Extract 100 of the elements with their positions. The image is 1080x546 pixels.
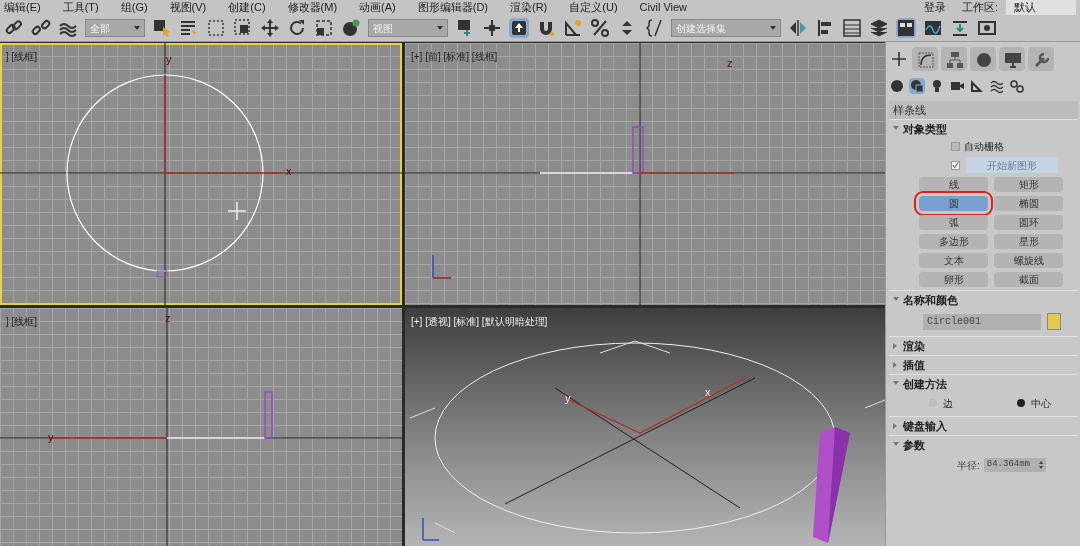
scale-icon[interactable] xyxy=(314,18,334,38)
unlink-icon[interactable] xyxy=(31,18,51,38)
menu-item[interactable]: 动画(A) xyxy=(359,0,396,15)
wavy-lines-icon[interactable] xyxy=(989,78,1005,94)
gears-icon[interactable] xyxy=(1009,78,1025,94)
curly-brace-icon[interactable] xyxy=(644,18,664,38)
menu-item[interactable]: 自定义(U) xyxy=(569,0,618,15)
viewport[interactable]: y x ] [线框] xyxy=(0,43,402,305)
object-name-field[interactable]: Circle001 xyxy=(923,313,1041,330)
radio-label: 边 xyxy=(943,396,953,411)
mirror-icon[interactable] xyxy=(788,18,808,38)
spinner-value: 84.364mm xyxy=(986,458,1030,472)
rollout-title[interactable]: 名称和颜色 xyxy=(903,291,958,309)
menu-item[interactable]: 创建(C) xyxy=(228,0,266,15)
menu-item[interactable]: 工具(T) xyxy=(62,0,99,15)
workspace-dropdown[interactable]: 默认 xyxy=(1006,0,1076,15)
shape-type-button[interactable]: 多边形 xyxy=(919,234,988,249)
rollout-title[interactable]: 参数 xyxy=(903,436,925,454)
sign-in-menu[interactable]: 登录 xyxy=(915,0,954,15)
caret-icon[interactable] xyxy=(770,26,776,30)
shape-type-button[interactable]: 圆环 xyxy=(994,215,1063,230)
menu-item[interactable]: 视图(V) xyxy=(169,0,207,15)
radio-label: 中心 xyxy=(1031,396,1051,411)
expand-arrow-icon[interactable] xyxy=(893,362,899,368)
move-icon[interactable] xyxy=(260,18,280,38)
list-icon[interactable] xyxy=(842,18,862,38)
axis-label: z xyxy=(165,312,171,324)
select-by-name-icon[interactable] xyxy=(179,18,199,38)
menu-item[interactable]: 组(G) xyxy=(120,0,148,15)
collapse-arrow-icon[interactable] xyxy=(893,297,899,303)
viewport[interactable]: z [+] [前] [标准] [线框] xyxy=(405,43,885,305)
rectangle-selection-icon[interactable] xyxy=(206,18,226,38)
viewport-label[interactable]: ] [线框] xyxy=(6,49,38,64)
placement-icon[interactable] xyxy=(341,18,361,38)
hierarchy-icon[interactable] xyxy=(945,50,963,68)
axis-label: z xyxy=(727,57,733,69)
color-swatch[interactable] xyxy=(1047,313,1061,330)
rotate-icon[interactable] xyxy=(287,18,307,38)
rollout-title[interactable]: 键盘输入 xyxy=(903,417,947,435)
axis-tripod-icon xyxy=(432,254,452,279)
shape-type-button[interactable]: 螺旋线 xyxy=(994,253,1063,268)
curve-icon[interactable] xyxy=(916,50,934,68)
rollout-title[interactable]: 创建方法 xyxy=(903,375,947,393)
workspace-label: 工作区: xyxy=(961,0,998,15)
menu-item[interactable]: 渲染(R) xyxy=(510,0,548,15)
axis-label: y xyxy=(166,53,172,65)
expand-arrow-icon[interactable] xyxy=(893,343,899,349)
menu-item[interactable]: 编辑(E) xyxy=(4,0,41,15)
shapes-icon[interactable] xyxy=(909,78,925,94)
pivot-marker xyxy=(156,270,168,278)
spinner-arrows-icon[interactable] xyxy=(1038,461,1043,469)
subcategory-dropdown[interactable]: 样条线 xyxy=(889,101,1078,119)
checkbox[interactable] xyxy=(951,160,960,170)
shape-type-button[interactable]: 线 xyxy=(919,177,988,192)
collapse-arrow-icon[interactable] xyxy=(893,126,899,132)
rollout-title[interactable]: 对象类型 xyxy=(903,120,947,138)
caret-icon[interactable] xyxy=(437,26,443,30)
checkbox[interactable] xyxy=(951,142,960,151)
expand-arrow-icon[interactable] xyxy=(893,423,899,429)
caret-icon[interactable] xyxy=(134,26,140,30)
shape-type-button[interactable]: 矩形 xyxy=(994,177,1063,192)
percent-snap-icon[interactable] xyxy=(590,18,610,38)
collapse-arrow-icon[interactable] xyxy=(893,442,899,448)
menu-item[interactable]: 修改器(M) xyxy=(287,0,338,15)
viewport-label[interactable]: [+] [前] [标准] [线框] xyxy=(411,49,498,64)
select-object-icon[interactable] xyxy=(152,18,172,38)
manipulate-icon[interactable] xyxy=(482,18,502,38)
shape-type-button[interactable]: 椭圆 xyxy=(994,196,1063,211)
viewport-label[interactable]: ] [线框] xyxy=(6,314,38,329)
shape-type-button[interactable]: 卵形 xyxy=(919,272,988,287)
rollout-title[interactable]: 渲染 xyxy=(903,337,925,355)
keyboard-shortcut-icon[interactable] xyxy=(509,18,529,38)
collapse-arrow-icon[interactable] xyxy=(893,381,899,387)
crosshair-cursor-icon xyxy=(227,201,247,221)
monitor-icon[interactable] xyxy=(1003,50,1021,68)
shape-type-button[interactable]: 文本 xyxy=(919,253,988,268)
viewport-label[interactable]: [+] [透视] [标准] [默认明暗处理] xyxy=(411,314,548,329)
dropdown-value: 全部 xyxy=(90,21,110,36)
radius-spinner[interactable]: 84.364mm xyxy=(983,458,1046,472)
layers-icon[interactable] xyxy=(869,18,889,38)
viewport[interactable]: y x [+] [透视] [标准] [默认明暗处理] xyxy=(405,308,885,546)
axis-label: x xyxy=(705,386,711,398)
panel-layout-icon[interactable] xyxy=(896,18,916,38)
shape-type-button[interactable]: 星形 xyxy=(994,234,1063,249)
sphere-icon[interactable] xyxy=(974,50,992,68)
sphere-icon[interactable] xyxy=(889,78,905,94)
box-object xyxy=(632,126,644,174)
angle-snap-icon[interactable] xyxy=(563,18,583,38)
shape-type-button[interactable]: 弧 xyxy=(919,215,988,230)
curve-editor-icon[interactable] xyxy=(923,18,943,38)
rollout-title[interactable]: 插值 xyxy=(903,356,925,374)
shape-type-button[interactable]: 截面 xyxy=(994,272,1063,287)
menu-item[interactable]: Civil View xyxy=(639,0,688,15)
create-icon[interactable] xyxy=(889,49,909,69)
window-crossing-icon[interactable] xyxy=(233,18,253,38)
menu-item[interactable]: 图形编辑器(D) xyxy=(417,0,488,15)
render-setup-icon[interactable] xyxy=(977,18,997,38)
dope-sheet-icon[interactable] xyxy=(950,18,970,38)
axis-tripod-icon xyxy=(422,517,440,541)
radio-button[interactable] xyxy=(1017,399,1025,407)
